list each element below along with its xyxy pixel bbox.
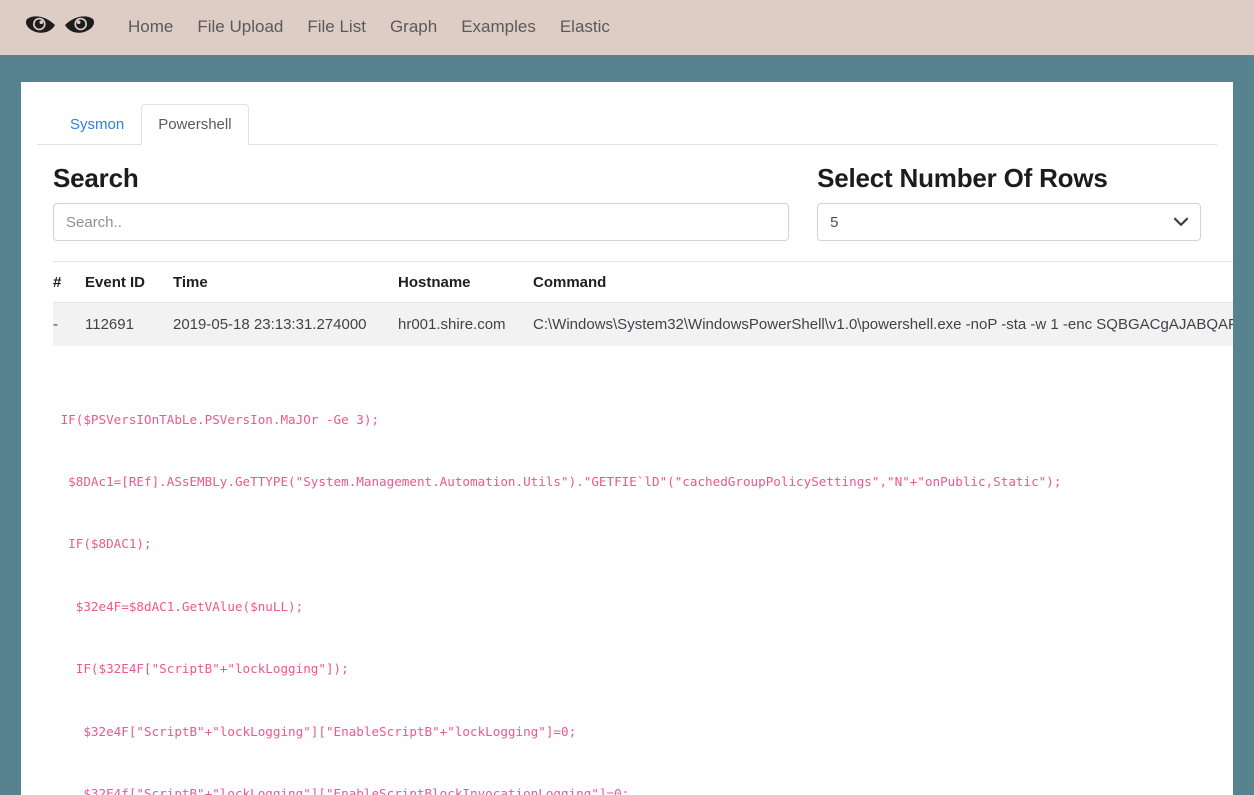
events-table: # Event ID Time Hostname Command - 11269… — [53, 261, 1233, 346]
table-header-row: # Event ID Time Hostname Command — [53, 261, 1233, 303]
column-header-hostname[interactable]: Hostname — [398, 261, 533, 303]
command-text: C:\Windows\System32\WindowsPowerShell\v1… — [533, 316, 1233, 333]
events-table-head: # Event ID Time Hostname Command — [53, 261, 1233, 303]
table-row[interactable]: - 112691 2019-05-18 23:13:31.274000 hr00… — [53, 302, 1233, 346]
script-line: $8DAc1=[REf].ASsEMBLy.GeTTYPE("System.Ma… — [53, 473, 1062, 489]
search-title: Search — [53, 163, 139, 193]
nav-link-graph[interactable]: Graph — [378, 11, 449, 43]
search-group: Search — [53, 163, 805, 241]
nav-link-examples[interactable]: Examples — [449, 11, 548, 43]
cell-hostname: hr001.shire.com — [398, 302, 533, 346]
nav-link-elastic[interactable]: Elastic — [548, 11, 622, 43]
search-input[interactable] — [53, 203, 790, 241]
navbar-links: Home File Upload File List Graph Example… — [116, 11, 622, 43]
owl-eyes-logo-icon[interactable] — [22, 8, 98, 48]
nav-link-file-list[interactable]: File List — [295, 11, 378, 43]
events-table-wrap: # Event ID Time Hostname Command - 11269… — [37, 261, 1233, 346]
script-line: $32E4f["ScriptB"+"lockLogging"]["EnableS… — [53, 785, 630, 795]
column-header-index[interactable]: # — [53, 261, 85, 303]
column-header-event-id[interactable]: Event ID — [85, 261, 173, 303]
cell-time: 2019-05-18 23:13:31.274000 — [173, 302, 398, 346]
filters-row: Search Select Number Of Rows 5 10 25 50 … — [37, 163, 1217, 241]
page-body: Sysmon Powershell Search Select Number O… — [0, 55, 1254, 795]
nav-link-file-upload[interactable]: File Upload — [185, 11, 295, 43]
script-line: $32e4F=$8dAC1.GetVAlue($nuLL); — [53, 598, 304, 614]
script-line: IF($PSVersIOnTAbLe.PSVersIon.MaJOr -Ge 3… — [53, 411, 380, 427]
tab-bar: Sysmon Powershell — [37, 104, 1217, 145]
content-card: Sysmon Powershell Search Select Number O… — [21, 82, 1233, 795]
column-header-command[interactable]: Command — [533, 261, 1233, 303]
events-table-body: - 112691 2019-05-18 23:13:31.274000 hr00… — [53, 302, 1233, 346]
rows-select-title: Select Number Of Rows — [817, 163, 1108, 193]
rows-select[interactable]: 5 10 25 50 100 — [817, 203, 1201, 241]
cell-index: - — [53, 302, 85, 346]
rows-select-group: Select Number Of Rows 5 10 25 50 100 — [805, 163, 1201, 241]
script-line: IF($8DAC1); — [53, 536, 152, 552]
column-header-time[interactable]: Time — [173, 261, 398, 303]
tab-powershell[interactable]: Powershell — [141, 104, 249, 145]
top-navbar: Home File Upload File List Graph Example… — [0, 0, 1254, 55]
cell-command: C:\Windows\System32\WindowsPowerShell\v1… — [533, 302, 1233, 346]
script-line: IF($32E4F["ScriptB"+"lockLogging"]); — [53, 661, 349, 677]
cell-event-id: 112691 — [85, 302, 173, 346]
nav-link-home[interactable]: Home — [116, 11, 185, 43]
tab-sysmon[interactable]: Sysmon — [53, 104, 141, 145]
script-line: $32e4F["ScriptB"+"lockLogging"]["EnableS… — [53, 723, 577, 739]
decoded-script-block: IF($PSVersIOnTAbLe.PSVersIon.MaJOr -Ge 3… — [37, 368, 1217, 795]
